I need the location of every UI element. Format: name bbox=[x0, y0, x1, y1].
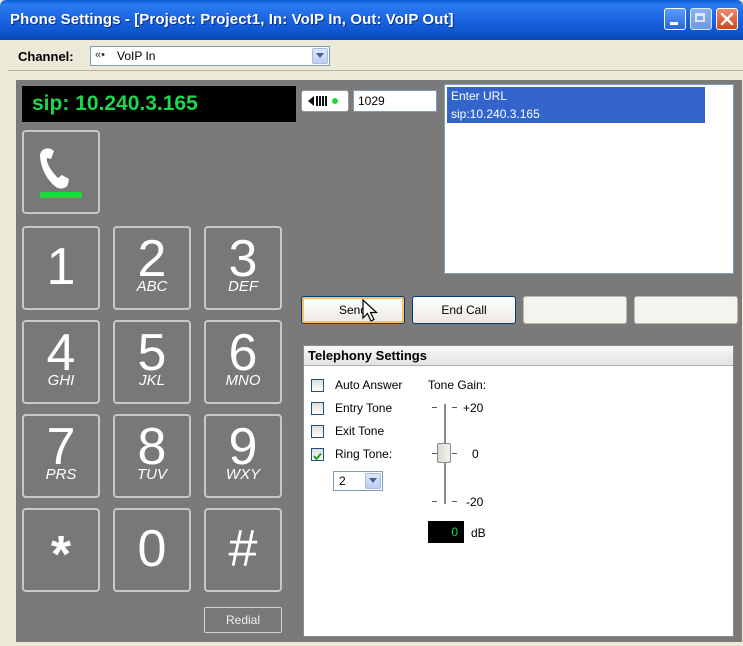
phone-panel: sip: 10.240.3.165 1 2 ABC 3 DEF 4 GHI 5 JKL 6 MNO 7… bbox=[16, 80, 742, 642]
channel-label: Channel: bbox=[18, 49, 74, 64]
key-digit: 0 bbox=[137, 520, 167, 578]
slider-tick bbox=[452, 501, 457, 502]
gain-mid-label: 0 bbox=[472, 447, 479, 461]
title-bar[interactable]: Phone Settings - [Project: Project1, In:… bbox=[0, 0, 743, 40]
key-4[interactable]: 4 GHI bbox=[22, 320, 100, 404]
entry-tone-checkbox[interactable] bbox=[311, 402, 324, 415]
extension-button[interactable] bbox=[301, 90, 349, 112]
end-call-button[interactable]: End Call bbox=[412, 296, 516, 324]
slider-tick bbox=[432, 501, 437, 502]
sip-display: sip: 10.240.3.165 bbox=[22, 86, 296, 122]
voip-icon: «• bbox=[95, 49, 105, 61]
entry-tone-label: Entry Tone bbox=[335, 401, 393, 415]
key-8[interactable]: 8 TUV bbox=[113, 414, 191, 498]
tone-gain-slider-thumb[interactable] bbox=[437, 443, 451, 463]
slider-tick bbox=[432, 407, 437, 408]
gain-max-label: +20 bbox=[463, 401, 484, 415]
gain-min-label: -20 bbox=[466, 495, 484, 509]
empty-button-1[interactable] bbox=[523, 296, 627, 324]
channel-select[interactable]: «• VoIP In bbox=[90, 46, 330, 66]
key-3[interactable]: 3 DEF bbox=[204, 226, 282, 310]
key-0[interactable]: 0 bbox=[113, 508, 191, 592]
key-9[interactable]: 9 WXY bbox=[204, 414, 282, 498]
minimize-button[interactable] bbox=[664, 8, 686, 30]
key-7[interactable]: 7 PRS bbox=[22, 414, 100, 498]
key-digit: * bbox=[50, 526, 72, 584]
key-letters: JKL bbox=[139, 372, 165, 389]
extension-input[interactable]: 1029 bbox=[353, 90, 437, 112]
phone-handset-icon bbox=[40, 148, 82, 198]
auto-answer-checkbox[interactable] bbox=[311, 379, 324, 392]
telephony-settings-title: Telephony Settings bbox=[304, 346, 733, 366]
slider-tick bbox=[452, 407, 457, 408]
db-unit-label: dB bbox=[471, 526, 486, 540]
ring-tone-value: 2 bbox=[339, 474, 346, 488]
url-list[interactable]: Enter URL sip:10.240.3.165 bbox=[444, 84, 734, 274]
close-button[interactable] bbox=[716, 8, 738, 30]
chevron-down-icon[interactable] bbox=[312, 48, 328, 64]
url-list-item[interactable]: sip:10.240.3.165 bbox=[447, 105, 705, 123]
ring-tone-label: Ring Tone: bbox=[335, 447, 393, 461]
exit-tone-checkbox[interactable] bbox=[311, 425, 324, 438]
key-star[interactable]: * bbox=[22, 508, 100, 592]
key-digit: 1 bbox=[46, 238, 76, 296]
exit-tone-label: Exit Tone bbox=[335, 424, 385, 438]
key-letters: GHI bbox=[47, 372, 75, 389]
key-hash[interactable]: # bbox=[204, 508, 282, 592]
key-1[interactable]: 1 bbox=[22, 226, 100, 310]
redial-button[interactable]: Redial bbox=[204, 607, 282, 633]
channel-bar: Channel: «• VoIP In bbox=[8, 44, 743, 71]
url-list-item[interactable]: Enter URL bbox=[447, 87, 705, 105]
key-digit: # bbox=[228, 520, 258, 578]
send-button[interactable]: Send bbox=[301, 296, 405, 324]
ring-tone-select[interactable]: 2 bbox=[333, 471, 383, 491]
key-letters: ABC bbox=[136, 278, 168, 295]
chevron-down-icon[interactable] bbox=[365, 473, 381, 489]
tone-gain-readout: 0 bbox=[428, 521, 464, 543]
maximize-button[interactable] bbox=[690, 8, 712, 30]
key-2[interactable]: 2 ABC bbox=[113, 226, 191, 310]
close-icon bbox=[720, 12, 734, 26]
key-letters: MNO bbox=[225, 372, 261, 389]
telephony-settings-panel: Telephony Settings Auto Answer Entry Ton… bbox=[303, 345, 734, 637]
key-letters: DEF bbox=[228, 278, 258, 295]
auto-answer-label: Auto Answer bbox=[335, 378, 403, 392]
mouse-pointer-icon bbox=[362, 299, 379, 322]
dtmf-icon bbox=[308, 96, 338, 106]
key-letters: PRS bbox=[45, 466, 77, 483]
tone-gain-label: Tone Gain: bbox=[428, 378, 487, 392]
channel-value: VoIP In bbox=[117, 49, 156, 63]
key-letters: TUV bbox=[137, 466, 167, 483]
checkmark-icon bbox=[313, 452, 322, 461]
empty-button-2[interactable] bbox=[634, 296, 738, 324]
key-6[interactable]: 6 MNO bbox=[204, 320, 282, 404]
key-5[interactable]: 5 JKL bbox=[113, 320, 191, 404]
key-letters: WXY bbox=[225, 466, 261, 483]
window-title: Phone Settings - [Project: Project1, In:… bbox=[10, 11, 454, 28]
phone-settings-window: Phone Settings - [Project: Project1, In:… bbox=[0, 0, 743, 646]
call-button[interactable] bbox=[22, 130, 100, 214]
ring-tone-checkbox[interactable] bbox=[311, 448, 324, 461]
slider-tick bbox=[452, 453, 457, 454]
